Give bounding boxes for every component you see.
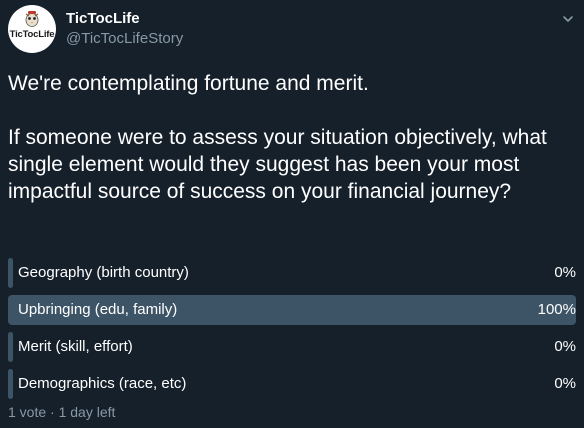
tweet-line-2: If someone were to assess your situation… — [8, 126, 547, 203]
avatar[interactable]: TicTocLife — [8, 5, 56, 53]
avatar-logo-text: TicTocLife — [9, 29, 55, 40]
tictoclife-logo-icon — [25, 11, 39, 27]
user-handle[interactable]: @TicTocLifeStory — [66, 29, 183, 49]
poll-option-bar — [8, 258, 13, 288]
poll-option-bar — [8, 332, 13, 362]
poll-option[interactable]: Upbringing (edu, family) 100% — [8, 295, 576, 325]
display-name[interactable]: TicTocLife — [66, 9, 183, 29]
poll-summary: 1 vote · 1 day left — [8, 404, 116, 420]
poll: Geography (birth country) 0% Upbringing … — [8, 258, 576, 406]
poll-option-percent: 0% — [554, 375, 576, 392]
poll-option-label: Geography (birth country) — [18, 264, 189, 281]
poll-option[interactable]: Demographics (race, etc) 0% — [8, 369, 576, 399]
poll-option-percent: 0% — [554, 338, 576, 355]
poll-option-percent: 100% — [537, 301, 576, 318]
poll-option-label: Merit (skill, effort) — [18, 338, 133, 355]
chevron-down-icon[interactable] — [562, 13, 574, 25]
poll-option[interactable]: Merit (skill, effort) 0% — [8, 332, 576, 362]
poll-option-label: Demographics (race, etc) — [18, 375, 187, 392]
user-block: TicTocLife @TicTocLifeStory — [66, 9, 183, 49]
tweet-header: TicTocLife TicTocLife @TicTocLifeStory — [8, 5, 576, 55]
tweet-line-1: We're contemplating fortune and merit. — [8, 72, 369, 95]
poll-option-bar — [8, 369, 13, 399]
poll-option-label: Upbringing (edu, family) — [18, 301, 178, 318]
poll-option[interactable]: Geography (birth country) 0% — [8, 258, 576, 288]
poll-option-percent: 0% — [554, 264, 576, 281]
tweet-text: We're contemplating fortune and merit. I… — [8, 70, 578, 205]
